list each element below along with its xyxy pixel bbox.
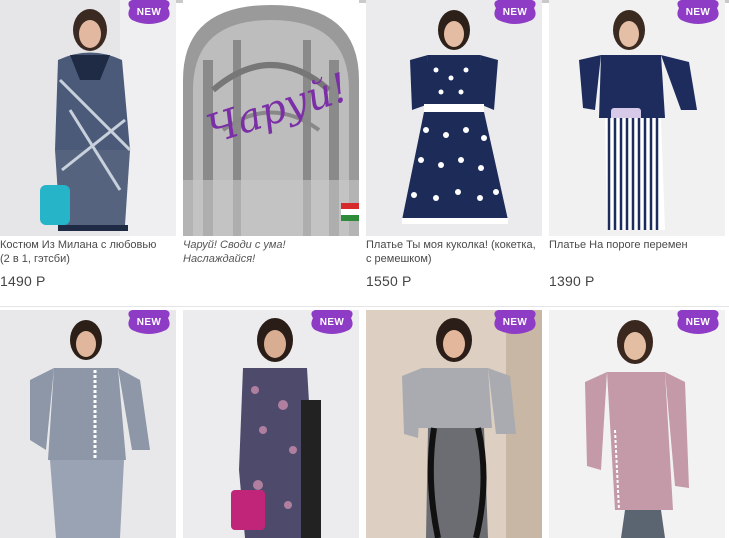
- model-illustration: [549, 0, 725, 236]
- product-title[interactable]: Платье На пороге перемен: [549, 238, 721, 252]
- new-badge: NEW: [492, 0, 538, 26]
- model-illustration: [366, 0, 542, 236]
- new-badge: NEW: [675, 310, 721, 336]
- product-title[interactable]: Костюм Из Милана с любовью (2 в 1, гэтсб…: [0, 238, 168, 266]
- product-card[interactable]: NEW Платье Ты моя куколка! (кокетка, с р…: [366, 0, 542, 300]
- model-illustration: [366, 310, 542, 538]
- model-illustration: [0, 310, 176, 538]
- product-card[interactable]: NEW: [549, 310, 725, 538]
- new-badge: NEW: [309, 310, 355, 336]
- row-divider: [0, 306, 729, 307]
- product-card[interactable]: NEW: [183, 310, 359, 538]
- hungary-flag-icon: [341, 203, 359, 221]
- model-illustration: [549, 310, 725, 538]
- model-illustration: [183, 310, 359, 538]
- product-photo[interactable]: [183, 310, 359, 538]
- new-badge: NEW: [492, 310, 538, 336]
- promo-caption[interactable]: Чаруй! Своди с ума! Наслаждайся!: [183, 238, 359, 266]
- model-illustration: [0, 0, 176, 236]
- product-card[interactable]: NEW: [366, 310, 542, 538]
- new-badge: NEW: [126, 0, 172, 26]
- product-price: 1490 Р: [0, 273, 46, 289]
- promo-card[interactable]: Чаруй! Чаруй! Своди с ума! Наслаждайся!: [183, 0, 359, 300]
- product-photo[interactable]: [549, 0, 725, 236]
- product-card[interactable]: NEW Платье На пороге перемен 1390 Р: [549, 0, 725, 300]
- product-price: 1550 Р: [366, 273, 412, 289]
- product-card[interactable]: NEW: [0, 310, 176, 538]
- product-photo[interactable]: [366, 310, 542, 538]
- product-photo[interactable]: [0, 0, 176, 236]
- product-title[interactable]: Платье Ты моя куколка! (кокетка, с ремеш…: [366, 238, 538, 266]
- product-photo[interactable]: [549, 310, 725, 538]
- product-photo[interactable]: [366, 0, 542, 236]
- product-photo[interactable]: [0, 310, 176, 538]
- promo-banner[interactable]: Чаруй!: [183, 0, 359, 236]
- new-badge: NEW: [675, 0, 721, 26]
- new-badge: NEW: [126, 310, 172, 336]
- product-card[interactable]: NEW Костюм Из Милана с любовью (2 в 1, г…: [0, 0, 176, 300]
- product-price: 1390 Р: [549, 273, 595, 289]
